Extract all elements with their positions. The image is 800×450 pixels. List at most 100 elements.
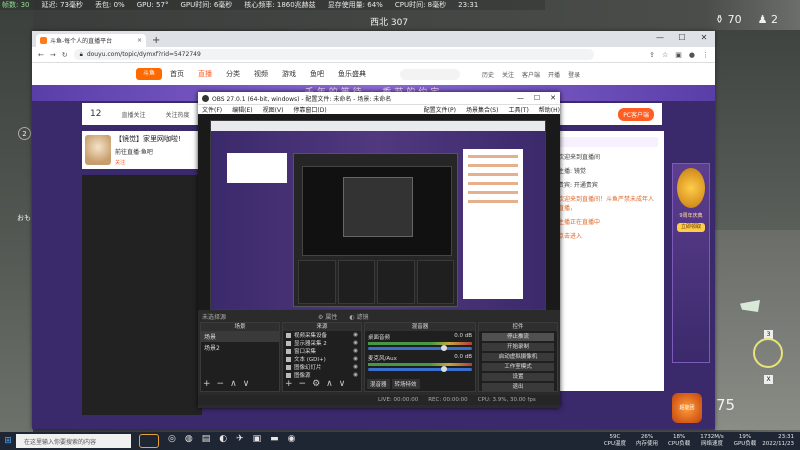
bookmark-star-icon[interactable]: ☆	[662, 51, 668, 59]
obs-icon[interactable]: ◉	[288, 434, 296, 448]
file-explorer-icon[interactable]: ▤	[202, 434, 211, 448]
obs-maximize-button[interactable]: ☐	[534, 94, 540, 102]
move-up-icon[interactable]: ∧	[326, 380, 333, 389]
history-icon[interactable]: 历史	[482, 70, 494, 79]
obs-menu-edit[interactable]: 编辑(E)	[232, 105, 252, 114]
source-item[interactable]: 文本 (GDI+) ◉	[283, 355, 361, 363]
room-label[interactable]: 直播关注	[121, 110, 145, 119]
close-window-button[interactable]: ✕	[693, 31, 715, 45]
window-controls: — ☐ ✕	[649, 31, 715, 45]
obs-menu-profile[interactable]: 配置文件(P)	[424, 105, 456, 114]
obs-menu-tools[interactable]: 工具(T)	[508, 105, 528, 114]
add-scene-icon[interactable]: +	[203, 380, 211, 389]
windows-start-icon[interactable]: ⊞	[0, 436, 16, 446]
move-down-icon[interactable]: ∨	[243, 380, 250, 389]
url-input[interactable]: 🔒︎ douyu.com/topic/dymxf?rid=5472749	[73, 49, 594, 60]
nav-yuba[interactable]: 鱼吧	[310, 69, 324, 79]
chrome-icon[interactable]: ◎	[168, 434, 176, 448]
tab-transitions[interactable]: 转场特效	[391, 379, 420, 389]
mixer-channel-name: 桌面音频 0.0 dB	[368, 333, 472, 341]
back-icon[interactable]: ←	[38, 51, 44, 59]
terminal-icon[interactable]: ▣	[253, 434, 262, 448]
remove-scene-icon[interactable]: −	[217, 380, 225, 389]
visibility-eye-icon[interactable]: ◉	[353, 348, 358, 354]
streamer-sub[interactable]: 前往直播·鱼吧	[115, 147, 181, 156]
scene-item[interactable]: 场景2	[201, 342, 279, 353]
menu-icon[interactable]: ⋮	[702, 51, 709, 59]
maximize-button[interactable]: ☐	[671, 31, 693, 45]
forward-icon[interactable]: →	[50, 51, 56, 59]
nav-live[interactable]: 直播	[198, 69, 212, 79]
streamer-avatar[interactable]	[85, 135, 111, 165]
add-source-icon[interactable]: +	[285, 380, 293, 389]
stop-streaming-button[interactable]: 停止推流	[482, 333, 554, 341]
nav-festival[interactable]: 鱼乐盛典	[338, 69, 366, 79]
obs-menu-view[interactable]: 视图(V)	[263, 105, 284, 114]
taskbar-widget-icon[interactable]	[139, 434, 159, 448]
browser-tab[interactable]: 斗鱼-每个人的直播平台 ×	[36, 34, 146, 47]
follow-icon[interactable]: 关注	[502, 70, 514, 79]
obs-preview[interactable]	[198, 114, 560, 310]
minimize-button[interactable]: —	[649, 31, 671, 45]
obs-minimize-button[interactable]: —	[517, 94, 524, 102]
reload-icon[interactable]: ↻	[62, 51, 68, 59]
source-item[interactable]: 视频采集设备 ◉	[283, 331, 361, 339]
exit-button[interactable]: 退出	[482, 383, 554, 391]
obs-source-bar: 未选择源 ⚙ 属性 ◐ 滤镜	[198, 311, 560, 321]
wechat-icon[interactable]: ◍	[185, 434, 193, 448]
side-ad[interactable]: 9周年庆典 立即领取	[672, 163, 710, 363]
close-tab-icon[interactable]: ×	[137, 37, 142, 44]
source-settings-icon[interactable]: ⚙	[312, 380, 320, 389]
obs-menu-scenes[interactable]: 场景集合(S)	[466, 105, 499, 114]
pc-client-button[interactable]: PC客户端	[618, 107, 654, 121]
ad-claim-button[interactable]: 立即领取	[677, 223, 705, 232]
properties-button[interactable]: ⚙ 属性	[318, 312, 337, 321]
nav-home[interactable]: 首页	[170, 69, 184, 79]
obs-menu-help[interactable]: 帮助(H)	[539, 105, 560, 114]
source-item[interactable]: 图像源 ◉	[283, 371, 361, 379]
obs-menu-file[interactable]: 文件(F)	[202, 105, 222, 114]
app-icon[interactable]: ▬	[270, 434, 279, 448]
new-tab-button[interactable]: +	[152, 35, 160, 47]
visibility-eye-icon[interactable]: ◉	[353, 372, 358, 378]
visibility-eye-icon[interactable]: ◉	[353, 356, 358, 362]
source-item[interactable]: 窗口采集 ◉	[283, 347, 361, 355]
tab-mixer[interactable]: 混音器	[367, 379, 390, 389]
broadcast-icon[interactable]: 开播	[548, 70, 560, 79]
profile-icon[interactable]: ●	[689, 51, 695, 59]
obs-menu-docks[interactable]: 停靠窗口(D)	[293, 105, 326, 114]
douyu-search-input[interactable]	[400, 68, 460, 80]
share-icon[interactable]: ⇪	[649, 51, 655, 59]
scene-item[interactable]: 场景	[201, 331, 279, 342]
douyu-logo[interactable]: 斗鱼	[136, 68, 162, 80]
nav-video[interactable]: 视频	[254, 69, 268, 79]
settings-button[interactable]: 设置	[482, 373, 554, 381]
volume-slider[interactable]	[368, 366, 472, 372]
taskbar-search-input[interactable]: 在这里输入你要搜索的内容	[16, 434, 131, 448]
login-icon[interactable]: 登录	[568, 70, 580, 79]
move-down-icon[interactable]: ∨	[339, 380, 346, 389]
visibility-eye-icon[interactable]: ◉	[353, 340, 358, 346]
extensions-icon[interactable]: ▣	[675, 51, 682, 59]
source-item[interactable]: 图像幻灯片 ◉	[283, 363, 361, 371]
client-icon[interactable]: 客户端	[522, 70, 540, 79]
visibility-eye-icon[interactable]: ◉	[353, 332, 358, 338]
nav-category[interactable]: 分类	[226, 69, 240, 79]
visibility-eye-icon[interactable]: ◉	[353, 364, 358, 370]
streamer-follow[interactable]: 关注	[115, 159, 181, 166]
filters-button[interactable]: ◐ 滤镜	[349, 312, 368, 321]
gift-badge[interactable]: 超能团	[672, 393, 702, 423]
video-player[interactable]	[82, 175, 202, 415]
remove-source-icon[interactable]: −	[299, 380, 307, 389]
taskbar-clock[interactable]: 23:31 2022/11/23	[762, 434, 794, 448]
game-icon[interactable]: ✈	[236, 434, 244, 448]
volume-slider[interactable]	[368, 345, 472, 351]
move-up-icon[interactable]: ∧	[230, 380, 237, 389]
nav-game[interactable]: 游戏	[282, 69, 296, 79]
studio-mode-button[interactable]: 工作室模式	[482, 363, 554, 371]
obs-close-button[interactable]: ✕	[550, 94, 556, 102]
source-item[interactable]: 显示器采集 2 ◉	[283, 339, 361, 347]
start-recording-button[interactable]: 开始录制	[482, 343, 554, 351]
steam-icon[interactable]: ◐	[219, 434, 227, 448]
virtual-camera-button[interactable]: 启动虚拟摄像机	[482, 353, 554, 361]
